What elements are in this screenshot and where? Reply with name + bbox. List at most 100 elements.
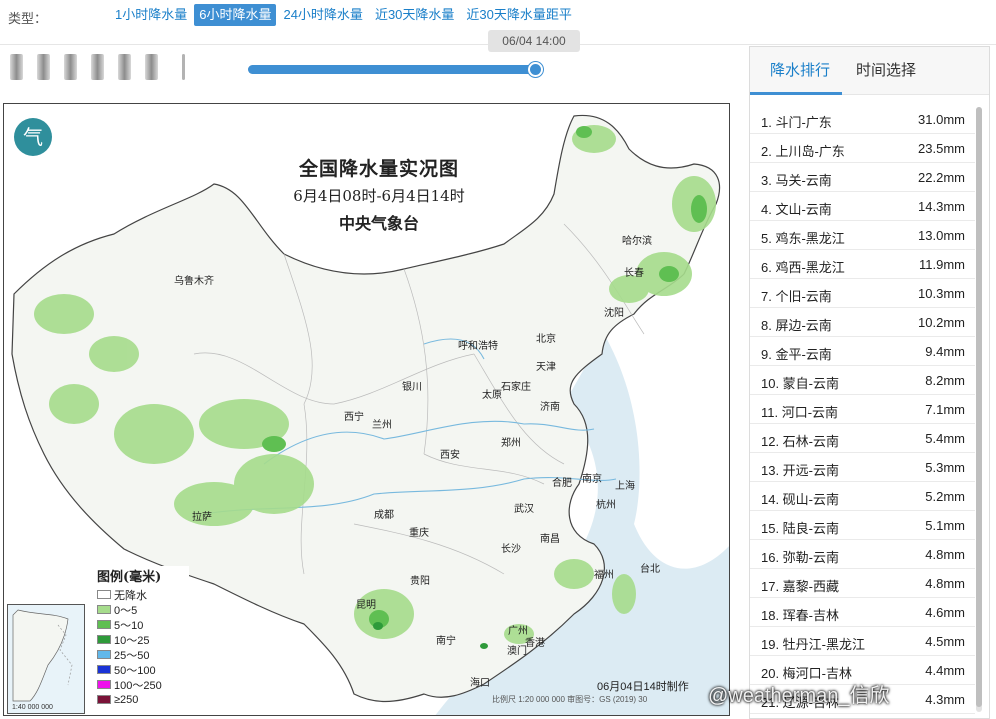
precip-value: 5.4mm [925, 431, 965, 446]
legend-item: 0～5 [97, 602, 189, 617]
legend-item: 25～50 [97, 647, 189, 662]
frame-thumb[interactable] [118, 54, 131, 80]
ranking-row[interactable]: 19. 牡丹江-黑龙江 4.5mm [750, 627, 975, 656]
city-label: 上海 [615, 481, 635, 492]
ranking-row[interactable]: 5. 鸡东-黑龙江 13.0mm [750, 221, 975, 250]
city-label: 长沙 [501, 544, 521, 555]
panel-tabs: 降水排行 时间选择 [750, 47, 989, 95]
precip-value: 4.4mm [925, 663, 965, 678]
tab-24h-precip[interactable]: 24小时降水量 [278, 4, 367, 26]
map-title: 全国降水量实况图 [298, 158, 459, 180]
precip-value: 5.2mm [925, 489, 965, 504]
city-label: 南宁 [436, 636, 456, 647]
precip-value: 9.4mm [925, 344, 965, 359]
ranking-row[interactable]: 12. 石林-云南 5.4mm [750, 424, 975, 453]
tab-6h-precip[interactable]: 6小时降水量 [194, 4, 277, 26]
ranking-row[interactable]: 18. 珲春-吉林 4.6mm [750, 598, 975, 627]
city-label: 银川 [402, 382, 422, 393]
tab-time-select[interactable]: 时间选择 [856, 59, 916, 80]
legend-swatch [97, 680, 111, 689]
frame-thumb[interactable] [64, 54, 77, 80]
precip-value: 11.9mm [919, 257, 965, 272]
tab-30d-precip[interactable]: 近30天降水量 [370, 4, 459, 26]
scrollbar-thumb[interactable] [976, 107, 982, 707]
city-label: 兰州 [372, 420, 392, 431]
ranking-row[interactable]: 17. 嘉黎-西藏 4.8mm [750, 569, 975, 598]
city-label: 南昌 [540, 534, 560, 545]
tab-precip-ranking[interactable]: 降水排行 [770, 59, 830, 80]
map-made-time: 06月04日14时制作 [597, 681, 689, 693]
type-tabs: 1小时降水量 6小时降水量 24小时降水量 近30天降水量 近30天降水量距平 [110, 4, 579, 26]
precip-value: 10.3mm [918, 286, 965, 301]
station-name: 8. 屏边-云南 [761, 318, 832, 333]
ranking-row[interactable]: 2. 上川岛-广东 23.5mm [750, 134, 975, 163]
precip-value: 14.3mm [918, 199, 965, 214]
ranking-row[interactable]: 6. 鸡西-黑龙江 11.9mm [750, 250, 975, 279]
precip-value: 4.5mm [925, 634, 965, 649]
ranking-row[interactable]: 3. 马关-云南 22.2mm [750, 163, 975, 192]
legend-swatch [97, 605, 111, 614]
frame-thumb[interactable] [182, 54, 185, 80]
cma-logo-icon: 气 [14, 118, 52, 156]
precip-value: 5.1mm [925, 518, 965, 533]
legend-item: 10～25 [97, 632, 189, 647]
ranking-row[interactable]: 9. 金平-云南 9.4mm [750, 337, 975, 366]
ranking-row[interactable]: 7. 个旧-云南 10.3mm [750, 279, 975, 308]
station-name: 17. 嘉黎-西藏 [761, 579, 840, 594]
inset-scale: 1:40 000 000 [12, 704, 53, 711]
ranking-row[interactable]: 8. 屏边-云南 10.2mm [750, 308, 975, 337]
legend-item: 5～10 [97, 617, 189, 632]
ranking-row[interactable]: 15. 陆良-云南 5.1mm [750, 511, 975, 540]
active-tab-indicator [750, 92, 842, 95]
precip-value: 13.0mm [918, 228, 965, 243]
station-name: 2. 上川岛-广东 [761, 144, 845, 159]
legend-item: 100～250 [97, 677, 189, 692]
city-label: 重庆 [409, 528, 429, 539]
frame-thumb[interactable] [37, 54, 50, 80]
station-name: 12. 石林-云南 [761, 434, 840, 449]
tab-30d-anomaly[interactable]: 近30天降水量距平 [461, 4, 576, 26]
ranking-row[interactable]: 16. 弥勒-云南 4.8mm [750, 540, 975, 569]
precip-value: 31.0mm [918, 112, 965, 127]
precip-value: 23.5mm [918, 141, 965, 156]
station-name: 6. 鸡西-黑龙江 [761, 260, 845, 275]
legend-swatch [97, 590, 111, 599]
frame-thumb[interactable] [10, 54, 23, 80]
ranking-row[interactable]: 14. 砚山-云南 5.2mm [750, 482, 975, 511]
ranking-row[interactable]: 11. 河口-云南 7.1mm [750, 395, 975, 424]
city-label: 澳门 [507, 646, 527, 657]
time-tooltip: 06/04 14:00 [488, 30, 580, 52]
ranking-panel: 降水排行 时间选择 1. 斗门-广东 31.0mm 2. 上川岛-广东 23.5mm 3… [749, 46, 990, 719]
station-name: 7. 个旧-云南 [761, 289, 832, 304]
ranking-row[interactable]: 13. 开远-云南 5.3mm [750, 453, 975, 482]
legend-swatch [97, 635, 111, 644]
precip-value: 22.2mm [918, 170, 965, 185]
city-label: 海口 [470, 678, 490, 689]
city-label: 哈尔滨 [622, 236, 652, 247]
south-china-sea-inset: 1:40 000 000 [7, 604, 85, 714]
map-subtitle: 6月4日08时-6月4日14时 [293, 187, 465, 205]
city-label: 长春 [624, 268, 644, 279]
precip-value: 7.1mm [925, 402, 965, 417]
legend-item: ≥250 [97, 692, 189, 707]
map-legend: 图例(毫米) 无降水 0～5 5～10 10～25 25～50 50～100 1… [97, 566, 189, 707]
precip-value: 4.8mm [925, 576, 965, 591]
ranking-scrollbar[interactable] [976, 107, 982, 712]
tab-1h-precip[interactable]: 1小时降水量 [110, 4, 192, 26]
precip-value: 4.8mm [925, 547, 965, 562]
frame-thumb[interactable] [145, 54, 158, 80]
time-slider-handle[interactable] [528, 62, 543, 77]
city-label: 昆明 [356, 600, 376, 611]
ranking-row[interactable]: 4. 文山-云南 14.3mm [750, 192, 975, 221]
frame-thumb[interactable] [91, 54, 104, 80]
ranking-row[interactable]: 1. 斗门-广东 31.0mm [750, 105, 975, 134]
city-label: 武汉 [514, 504, 534, 515]
station-name: 3. 马关-云南 [761, 173, 832, 188]
ranking-row[interactable]: 10. 蒙自-云南 8.2mm [750, 366, 975, 395]
city-label: 沈阳 [604, 308, 624, 319]
city-label: 南京 [582, 474, 602, 485]
city-label: 合肥 [552, 478, 572, 489]
station-name: 13. 开远-云南 [761, 463, 840, 478]
city-label: 呼和浩特 [458, 341, 498, 352]
time-slider[interactable] [248, 62, 543, 77]
